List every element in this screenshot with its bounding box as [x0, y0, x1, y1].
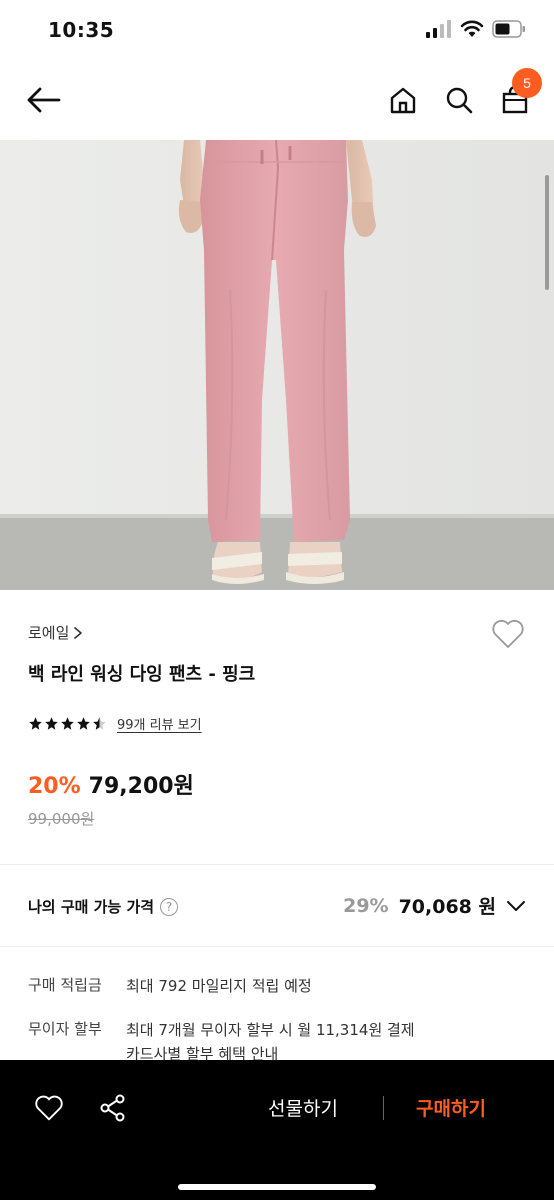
star-icon	[77, 717, 90, 730]
share-icon	[100, 1094, 125, 1122]
cart-count-badge: 5	[512, 68, 542, 98]
my-price: 70,068 원	[398, 896, 496, 918]
home-button[interactable]	[384, 80, 422, 120]
product-image[interactable]	[0, 140, 554, 590]
installment-value: 최대 7개월 무이자 할부 시 월 11,314원 결제	[126, 1021, 415, 1039]
back-button[interactable]	[22, 80, 66, 120]
product-photo	[0, 140, 554, 590]
star-half-icon	[93, 717, 106, 730]
mileage-label: 구매 적립금	[28, 976, 102, 994]
help-icon[interactable]: ?	[160, 897, 179, 916]
my-discount-rate: 29%	[343, 894, 389, 917]
gift-button[interactable]: 선물하기	[268, 1094, 338, 1121]
my-price-label-text: 나의 구매 가능 가격	[28, 898, 155, 916]
bottom-wishlist-button[interactable]	[32, 1092, 66, 1124]
review-link[interactable]: 99개 리뷰 보기	[117, 714, 202, 733]
divider	[0, 864, 554, 865]
discount-rate: 20%	[28, 774, 81, 799]
home-icon	[390, 87, 416, 114]
home-indicator	[178, 1184, 376, 1190]
brand-link[interactable]: 로에일	[28, 622, 83, 643]
signal-icon	[426, 20, 451, 38]
search-icon	[446, 87, 473, 114]
star-icon	[29, 717, 42, 730]
arrow-left-icon	[27, 87, 61, 113]
buy-button[interactable]: 구매하기	[416, 1094, 486, 1121]
my-price-toggle[interactable]: 29% 70,068 원	[343, 892, 526, 919]
battery-icon	[492, 20, 525, 38]
star-icon	[45, 717, 58, 730]
my-price-label: 나의 구매 가능 가격 ?	[28, 896, 179, 917]
star-rating	[28, 716, 107, 731]
brand-name: 로에일	[28, 624, 70, 642]
installment-row: 무이자 할부 최대 7개월 무이자 할부 시 월 11,314원 결제 카드사별…	[28, 1018, 415, 1066]
search-button[interactable]	[440, 80, 478, 120]
wifi-icon	[460, 20, 484, 37]
bottom-action-bar: 선물하기 구매하기	[0, 1060, 554, 1200]
star-icon	[61, 717, 74, 730]
status-icons	[426, 20, 526, 38]
chevron-down-icon	[507, 900, 525, 911]
share-button[interactable]	[96, 1092, 130, 1124]
chevron-right-icon	[74, 626, 83, 639]
divider	[0, 946, 554, 947]
mileage-value: 최대 792 마일리지 적립 예정	[126, 977, 312, 995]
original-price: 99,000원	[28, 810, 95, 828]
heart-icon	[35, 1095, 63, 1121]
wishlist-button[interactable]	[488, 616, 528, 652]
image-scrollbar[interactable]	[545, 175, 549, 290]
mileage-row: 구매 적립금 최대 792 마일리지 적립 예정	[28, 974, 312, 998]
status-bar: 10:35	[0, 0, 554, 60]
divider	[383, 1096, 384, 1120]
product-name: 백 라인 워싱 다잉 팬츠 - 핑크	[28, 664, 256, 685]
top-nav	[0, 60, 554, 140]
installment-label: 무이자 할부	[28, 1020, 102, 1038]
heart-icon	[492, 619, 524, 648]
price-row: 20% 79,200원	[28, 768, 194, 800]
rating-row: 99개 리뷰 보기	[28, 714, 202, 733]
status-time: 10:35	[48, 18, 115, 42]
sale-price: 79,200원	[88, 774, 194, 799]
